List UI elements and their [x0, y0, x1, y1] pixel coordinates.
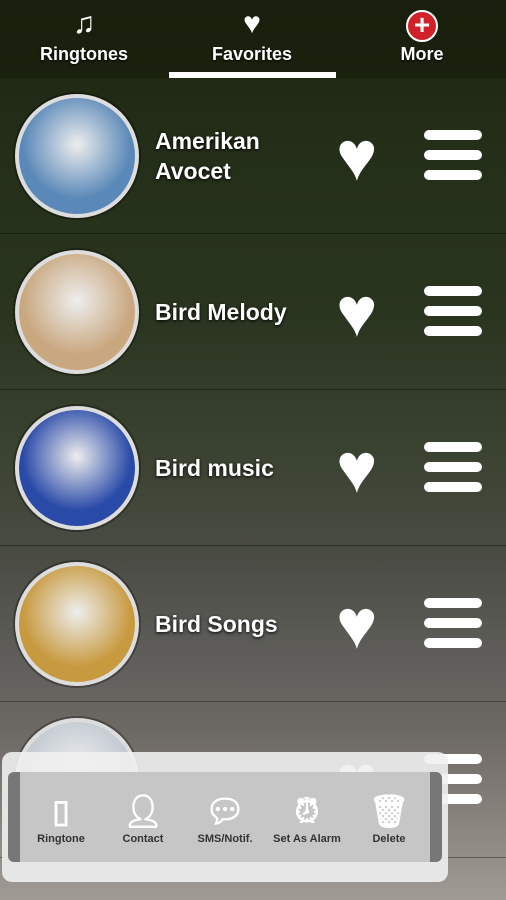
tab-ringtones[interactable]: ♫ Ringtones	[0, 0, 168, 78]
menu-icon[interactable]	[424, 598, 482, 658]
alarm-clock-icon: ⏰︎	[294, 793, 320, 829]
bird-avatar	[15, 94, 139, 218]
list-item[interactable]: Bird Melody ♥	[0, 234, 506, 390]
list-item[interactable]: Bird music ♥	[0, 390, 506, 546]
menu-icon[interactable]	[424, 442, 482, 502]
menu-icon[interactable]	[424, 286, 482, 346]
list-item[interactable]: Amerikan Avocet ♥	[0, 78, 506, 234]
action-popup: ▯ Ringtone 👤︎ Contact 💬︎ SMS/Notif. ⏰︎ Set A…	[8, 772, 442, 862]
chat-bubble-icon: 💬︎	[204, 793, 246, 829]
favorite-heart-icon[interactable]: ♥	[336, 433, 378, 503]
phone-icon: ▯	[52, 793, 70, 829]
item-title: Bird Songs	[155, 611, 278, 637]
contact-icon: 👤︎	[122, 793, 164, 829]
set-contact-button[interactable]: 👤︎ Contact	[103, 789, 183, 845]
favorite-heart-icon[interactable]: ♥	[336, 589, 378, 659]
set-sms-button[interactable]: 💬︎ SMS/Notif.	[185, 789, 265, 845]
favorite-heart-icon[interactable]: ♥	[336, 277, 378, 347]
favorite-heart-icon[interactable]: ♥	[336, 121, 378, 191]
heart-icon: ♥	[243, 7, 261, 40]
bird-avatar	[15, 562, 139, 686]
tab-bar: ♫ Ringtones ♥ Favorites + More	[0, 0, 506, 78]
music-note-icon: ♫	[72, 7, 96, 40]
set-ringtone-button[interactable]: ▯ Ringtone	[21, 789, 101, 845]
bird-avatar	[15, 250, 139, 374]
set-alarm-button[interactable]: ⏰︎ Set As Alarm	[267, 789, 347, 845]
menu-icon[interactable]	[424, 130, 482, 190]
tab-more[interactable]: + More	[338, 0, 506, 78]
item-title: Bird music	[155, 455, 274, 481]
item-title: Amerikan Avocet	[155, 128, 260, 184]
bird-avatar	[15, 406, 139, 530]
list-item[interactable]: Bird Songs ♥	[0, 546, 506, 702]
item-title: Bird Melody	[155, 299, 287, 325]
tab-favorites[interactable]: ♥ Favorites	[168, 0, 336, 78]
trash-icon: 🗑︎	[368, 793, 410, 829]
delete-button[interactable]: 🗑︎ Delete	[349, 789, 429, 845]
plus-badge-icon: +	[406, 10, 438, 42]
